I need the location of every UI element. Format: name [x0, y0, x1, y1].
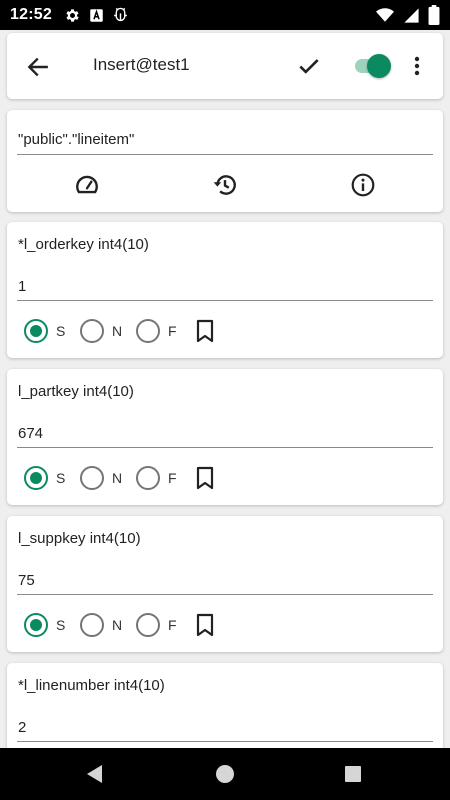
- radio-f[interactable]: [136, 319, 160, 343]
- bookmark-icon[interactable]: [195, 319, 215, 343]
- null-option-group: S N F: [24, 613, 215, 637]
- field-label: l_suppkey int4(10): [18, 530, 141, 547]
- check-icon[interactable]: [296, 53, 322, 79]
- enable-toggle[interactable]: [353, 53, 393, 79]
- status-time: 12:52: [10, 6, 52, 23]
- toggle-thumb: [367, 54, 391, 78]
- field-card: l_partkey int4(10) 674 S N F: [7, 369, 443, 505]
- radio-n-label: N: [112, 323, 123, 339]
- speedometer-icon[interactable]: [74, 172, 100, 198]
- field-underline: [17, 447, 433, 448]
- radio-s[interactable]: [24, 466, 48, 490]
- radio-n[interactable]: [80, 319, 104, 343]
- field-value-input[interactable]: 2: [18, 719, 26, 736]
- field-underline: [17, 300, 433, 301]
- field-label: *l_linenumber int4(10): [18, 677, 165, 694]
- field-value-input[interactable]: 674: [18, 425, 43, 442]
- radio-f[interactable]: [136, 613, 160, 637]
- field-card: l_suppkey int4(10) 75 S N F: [7, 516, 443, 652]
- toolbar: Insert@test1: [7, 33, 443, 99]
- field-underline: [17, 741, 433, 742]
- field-label: l_partkey int4(10): [18, 383, 134, 400]
- home-circle-icon[interactable]: [215, 764, 235, 784]
- table-card: "public"."lineitem": [7, 110, 443, 212]
- radio-f-label: F: [168, 470, 177, 486]
- recents-square-icon[interactable]: [344, 765, 362, 783]
- field-card: *l_orderkey int4(10) 1 S N F: [7, 222, 443, 358]
- radio-s-label: S: [56, 617, 66, 633]
- table-name-underline: [17, 154, 433, 155]
- null-option-group: S N F: [24, 319, 215, 343]
- gear-icon: [66, 8, 79, 22]
- wifi-icon: [376, 8, 394, 22]
- null-option-group: S N F: [24, 466, 215, 490]
- radio-f[interactable]: [136, 466, 160, 490]
- field-value-input[interactable]: 1: [18, 278, 26, 295]
- navigation-bar: [0, 748, 450, 800]
- toolbar-title: Insert@test1: [93, 55, 190, 74]
- radio-f-label: F: [168, 617, 177, 633]
- radio-n-label: N: [112, 470, 123, 486]
- radio-n[interactable]: [80, 466, 104, 490]
- field-label: *l_orderkey int4(10): [18, 236, 149, 253]
- radio-n[interactable]: [80, 613, 104, 637]
- info-icon[interactable]: [350, 172, 376, 198]
- field-value-input[interactable]: 75: [18, 572, 35, 589]
- radio-f-label: F: [168, 323, 177, 339]
- bookmark-icon[interactable]: [195, 613, 215, 637]
- radio-s[interactable]: [24, 613, 48, 637]
- more-vert-icon[interactable]: [405, 53, 429, 79]
- radio-s-label: S: [56, 470, 66, 486]
- radio-s[interactable]: [24, 319, 48, 343]
- bookmark-icon[interactable]: [195, 466, 215, 490]
- android-debug-icon: [114, 7, 127, 21]
- battery-icon: [428, 5, 440, 25]
- back-triangle-icon[interactable]: [85, 764, 105, 784]
- table-name-field[interactable]: "public"."lineitem": [18, 131, 134, 148]
- signal-icon: [404, 7, 419, 23]
- history-icon[interactable]: [212, 172, 238, 198]
- status-bar: 12:52: [0, 0, 450, 30]
- a-letter-icon: [90, 8, 103, 22]
- field-underline: [17, 594, 433, 595]
- radio-s-label: S: [56, 323, 66, 339]
- arrow-left-icon[interactable]: [25, 54, 51, 80]
- radio-n-label: N: [112, 617, 123, 633]
